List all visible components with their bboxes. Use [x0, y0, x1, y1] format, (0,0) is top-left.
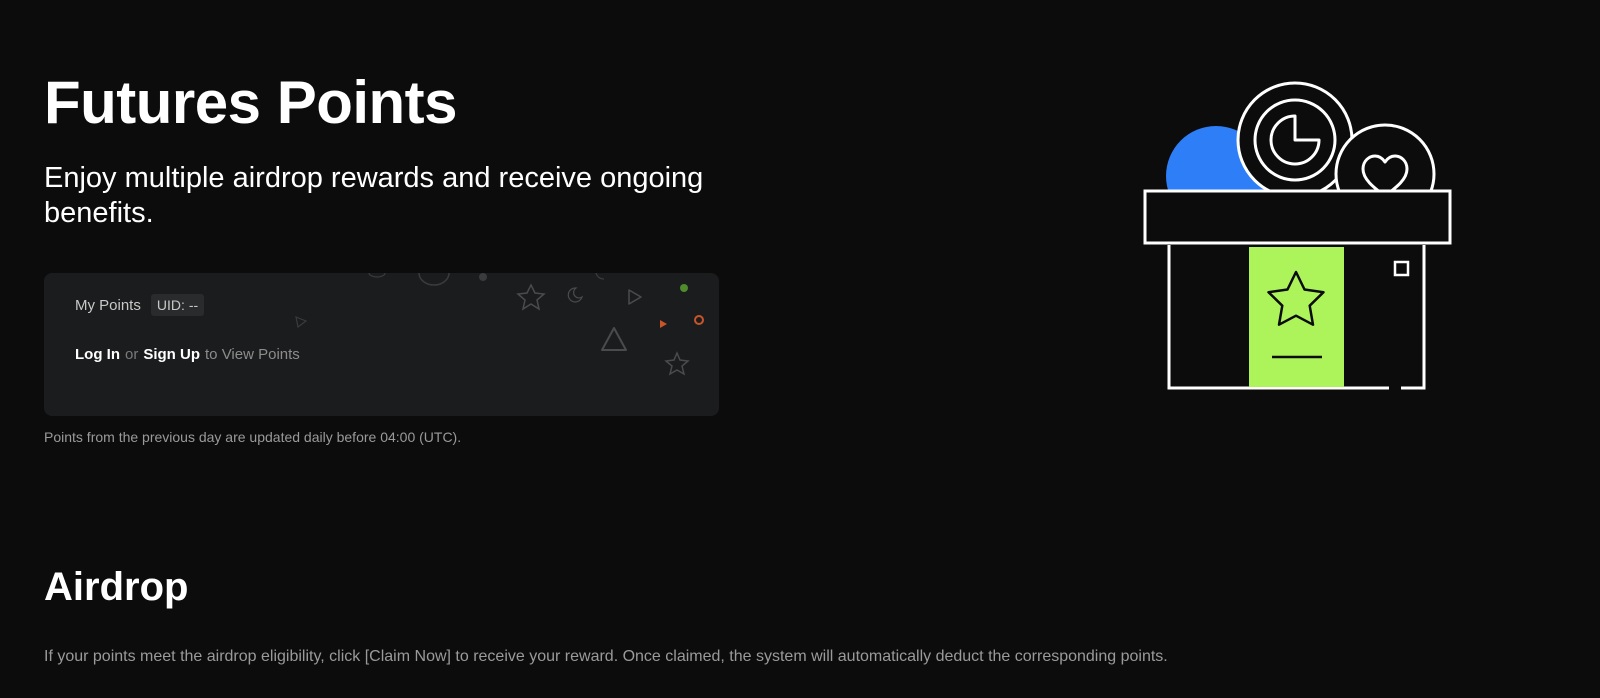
gift-lid [1143, 189, 1452, 245]
decor-triangle-1 [601, 327, 627, 351]
decor-ring-orange [694, 315, 704, 325]
uid-value: -- [188, 297, 199, 313]
points-update-note: Points from the previous day are updated… [44, 429, 462, 445]
gift-box-illustration [1143, 81, 1452, 390]
or-text: or [125, 346, 139, 363]
decor-play-2 [660, 320, 667, 328]
login-link[interactable]: Log In [75, 346, 120, 363]
decor-curve [595, 273, 605, 280]
decor-play-1 [628, 289, 642, 305]
signup-link[interactable]: Sign Up [143, 346, 200, 363]
uid-label: UID: [156, 297, 185, 313]
login-prompt: Log In or Sign Up to View Points [75, 346, 300, 363]
decor-star-2 [664, 351, 690, 376]
card-header: My Points UID: -- [75, 294, 205, 316]
decor-arc-2 [368, 273, 386, 278]
airdrop-title: Airdrop [44, 565, 189, 609]
page-title: Futures Points [44, 69, 458, 136]
decor-tri-small [295, 316, 308, 329]
futures-points-page: Futures Points Enjoy multiple airdrop re… [0, 0, 1600, 698]
decor-moon [567, 287, 584, 303]
my-points-label: My Points [75, 296, 141, 314]
gift-tag [1393, 260, 1410, 277]
decor-dot-grey [479, 273, 487, 281]
decor-dot-green [680, 284, 688, 292]
uid-badge: UID: -- [150, 294, 205, 316]
airdrop-description: If your points meet the airdrop eligibil… [44, 648, 1168, 665]
view-points-text: to View Points [205, 346, 300, 363]
decor-arc-1 [418, 273, 450, 286]
page-subtitle: Enjoy multiple airdrop rewards and recei… [44, 162, 704, 229]
my-points-card: My Points UID: -- Log In or Sign Up to V… [44, 273, 719, 416]
decor-star-1 [516, 283, 546, 311]
